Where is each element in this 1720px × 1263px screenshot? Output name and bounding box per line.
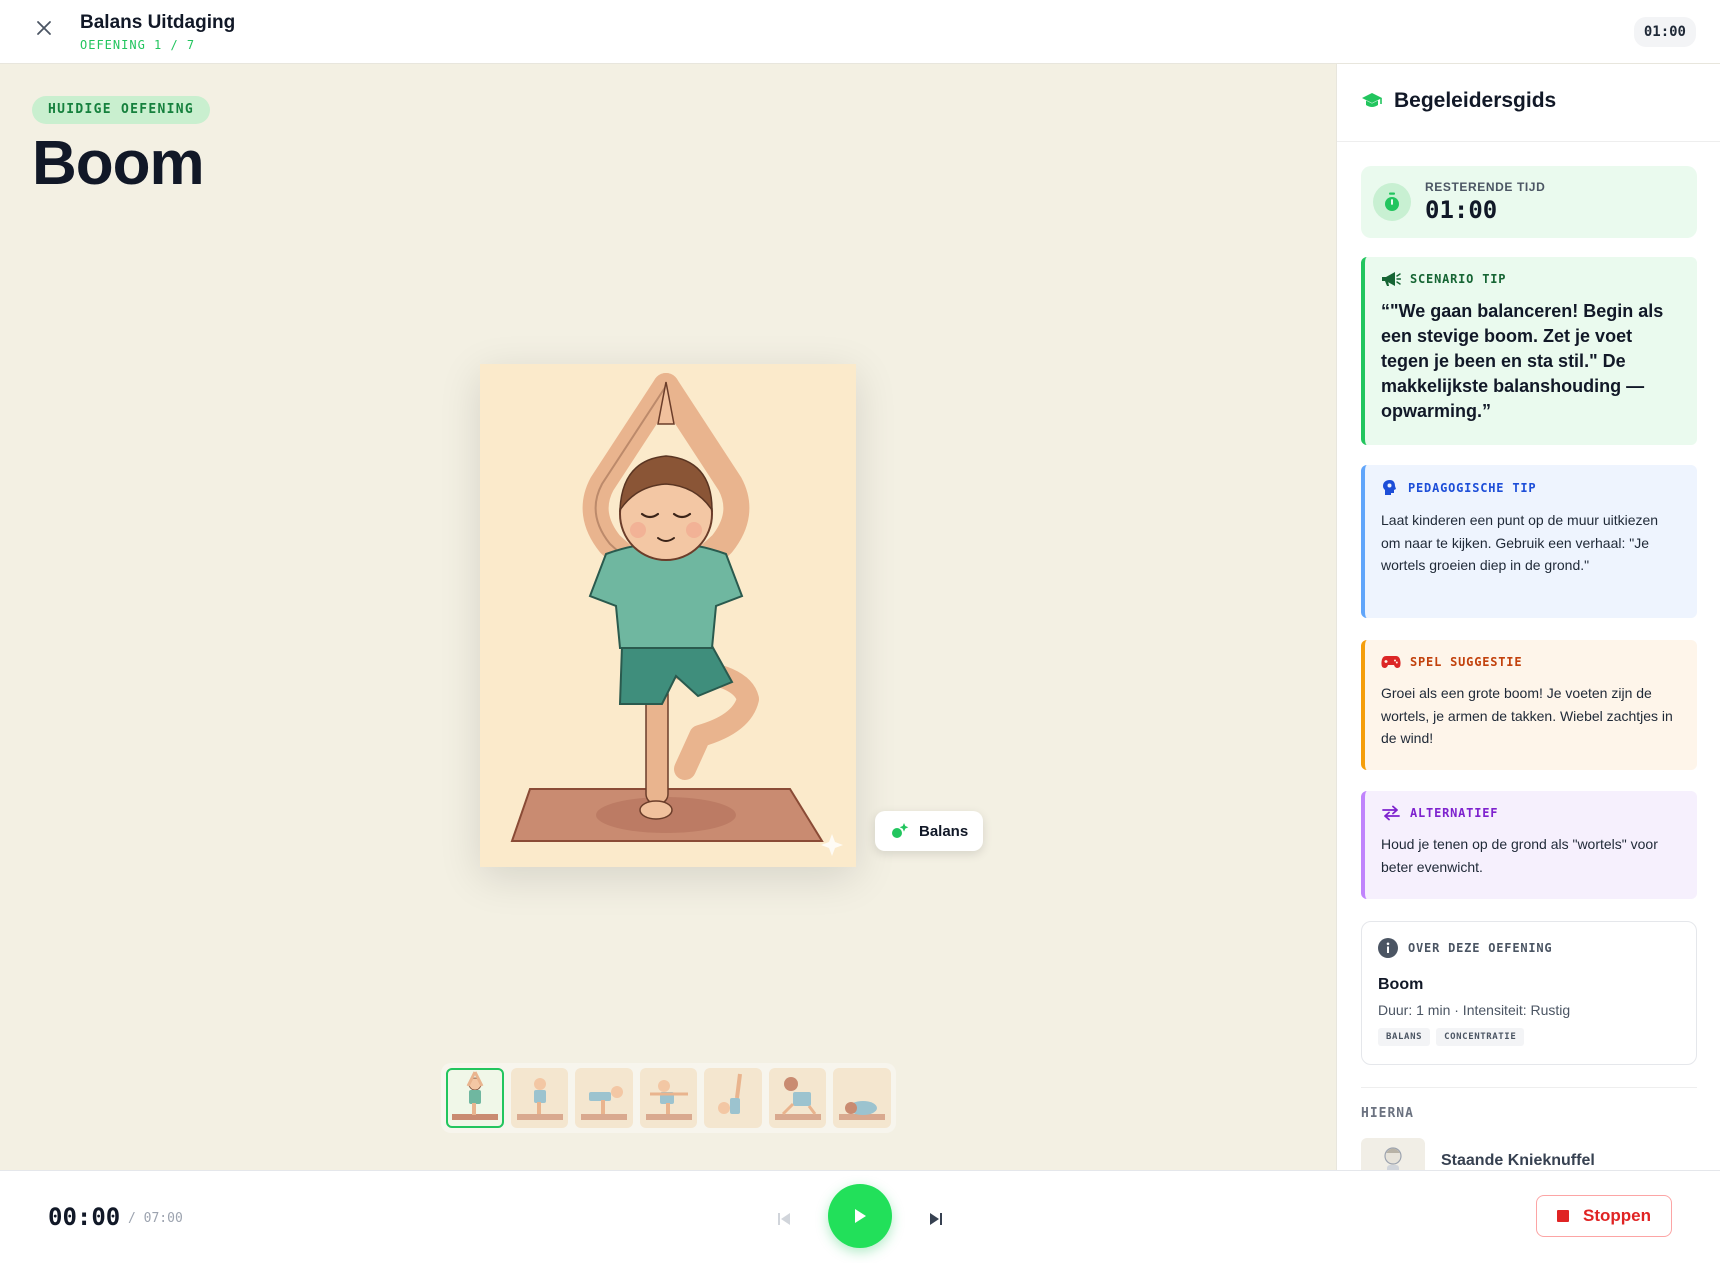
guide-panel-header: Begeleidersgids (1337, 64, 1720, 142)
thumbnail-3[interactable] (575, 1068, 633, 1128)
info-icon (1378, 938, 1398, 958)
next-button[interactable] (924, 1207, 948, 1231)
stop-icon (1557, 1210, 1569, 1222)
skip-next-icon (930, 1213, 942, 1225)
about-exercise-header: OVER DEZE OEFENING (1378, 938, 1680, 958)
up-next-figure (1384, 1147, 1402, 1170)
elapsed-time: 00:00 (48, 1203, 121, 1231)
exercise-title: Boom (32, 129, 205, 198)
close-button[interactable] (32, 16, 56, 40)
thumbnail-2[interactable] (510, 1068, 569, 1128)
sparkle-icon (892, 823, 909, 838)
current-exercise-badge: HUIDIGE OEFENING (32, 96, 211, 124)
thumbnail-figure (516, 1078, 563, 1120)
game-suggestion-header: SPEL SUGGESTIE (1381, 654, 1681, 670)
guide-panel: Begeleidersgids RESTERENDE TIJD 01:00 SC… (1336, 64, 1720, 1170)
remaining-time-value: 01:00 (1425, 196, 1498, 224)
about-exercise-meta: Duur: 1 min · Intensiteit: Rustig (1378, 1002, 1571, 1018)
pedagogic-tip-text: Laat kinderen een punt op de muur uitkie… (1381, 512, 1659, 573)
guide-panel-title: Begeleidersgids (1394, 89, 1557, 112)
up-next-thumbnail (1361, 1138, 1425, 1170)
game-suggestion-text: Groei als een grote boom! Je voeten zijn… (1381, 685, 1673, 746)
close-icon (37, 21, 51, 35)
gamepad-icon (1381, 656, 1401, 668)
thumbnail-figure (774, 1077, 821, 1120)
up-next-name: Staande Knieknuffel (1441, 1152, 1595, 1169)
session-title: Balans Uitdaging (80, 12, 236, 33)
up-next-item[interactable]: Staande Knieknuffel (1361, 1138, 1697, 1170)
about-exercise: OVER DEZE OEFENING Boom Duur: 1 min · In… (1361, 921, 1697, 1065)
scenario-tip-text: “"We gaan balanceren! Begin als een stev… (1381, 301, 1664, 421)
up-next-label: HIERNA (1361, 1106, 1414, 1121)
thumbnail-figure (645, 1080, 692, 1120)
remaining-time-box: RESTERENDE TIJD 01:00 (1361, 166, 1697, 238)
previous-button[interactable] (772, 1207, 796, 1231)
pedagogic-tip-label: PEDAGOGISCHE TIP (1408, 481, 1537, 495)
play-button[interactable] (828, 1184, 892, 1248)
exercise-illustration (480, 364, 856, 867)
skip-previous-icon (778, 1213, 790, 1225)
tag-chip: CONCENTRATIE (1436, 1028, 1525, 1046)
exercise-thumbnails (441, 1063, 896, 1133)
stop-button-label: Stoppen (1583, 1206, 1651, 1225)
thumbnail-figure (452, 1071, 498, 1120)
scenario-tip-header: SCENARIO TIP (1381, 271, 1681, 287)
megaphone-icon (1382, 272, 1401, 286)
category-tag: Balans (875, 811, 984, 851)
scenario-tip-label: SCENARIO TIP (1410, 272, 1507, 286)
alternative-tip: ALTERNATIEF Houd je tenen op de grond al… (1361, 791, 1697, 899)
about-exercise-tags: BALANS CONCENTRATIE (1378, 1028, 1680, 1046)
total-time: / 07:00 (128, 1211, 183, 1226)
remaining-time-icon-wrap (1373, 183, 1411, 221)
thumbnail-4[interactable] (639, 1068, 698, 1128)
graduation-cap-icon (1362, 93, 1382, 107)
thumbnail-7[interactable] (833, 1068, 891, 1128)
about-exercise-name: Boom (1378, 976, 1424, 993)
play-icon (855, 1209, 866, 1223)
thumbnail-figure (718, 1073, 743, 1114)
thumbnail-figure (581, 1086, 628, 1120)
thumbnail-figure (839, 1101, 886, 1120)
player-bar: 00:00 / 07:00 Stoppen (0, 1170, 1720, 1263)
game-suggestion-label: SPEL SUGGESTIE (1410, 655, 1523, 669)
remaining-time-label: RESTERENDE TIJD (1425, 180, 1546, 194)
pedagogic-tip: PEDAGOGISCHE TIP Laat kinderen een punt … (1361, 465, 1697, 618)
scenario-tip: SCENARIO TIP “"We gaan balanceren! Begin… (1361, 257, 1697, 445)
pedagogic-tip-header: PEDAGOGISCHE TIP (1381, 479, 1681, 497)
header-timer: 01:00 (1633, 17, 1696, 47)
thumbnail-1[interactable] (446, 1068, 504, 1128)
thumbnail-5[interactable] (704, 1068, 762, 1128)
alternative-tip-text: Houd je tenen op de grond als "wortels" … (1381, 836, 1658, 875)
swap-arrows-icon (1382, 805, 1400, 821)
category-tag-label: Balans (919, 822, 969, 840)
brain-icon (1383, 480, 1396, 495)
game-suggestion: SPEL SUGGESTIE Groei als een grote boom!… (1361, 640, 1697, 770)
stopwatch-icon (1385, 192, 1399, 211)
thumbnail-6[interactable] (768, 1068, 827, 1128)
stop-button[interactable]: Stoppen (1536, 1195, 1672, 1237)
exercise-counter: OEFENING 1 / 7 (80, 38, 196, 52)
exercise-stage: HUIDIGE OEFENING Boom Balans (0, 64, 1335, 1170)
tag-chip: BALANS (1378, 1028, 1431, 1046)
alternative-tip-label: ALTERNATIEF (1410, 806, 1499, 820)
child-tree-pose-illustration (510, 373, 843, 856)
top-bar: Balans Uitdaging OEFENING 1 / 7 01:00 (0, 0, 1720, 64)
divider (1361, 1087, 1697, 1088)
about-exercise-label: OVER DEZE OEFENING (1408, 941, 1553, 955)
alternative-tip-header: ALTERNATIEF (1381, 805, 1681, 821)
